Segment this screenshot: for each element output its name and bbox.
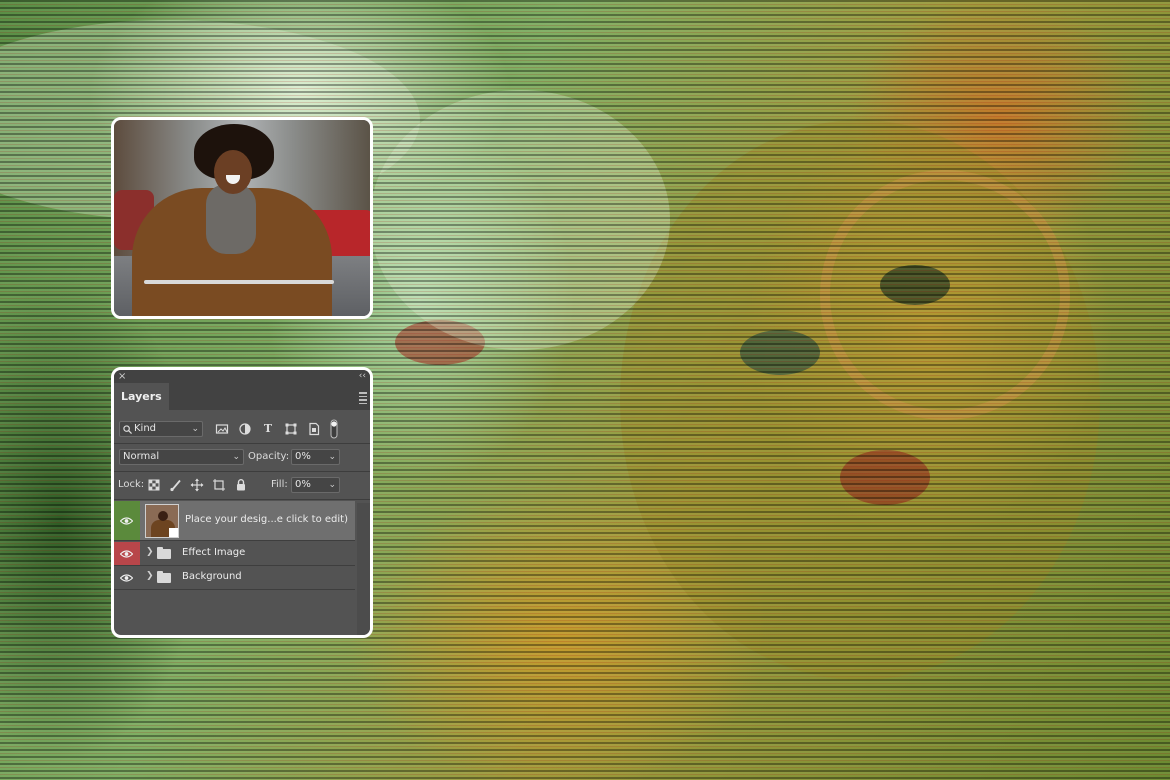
eye-icon	[120, 550, 133, 558]
shape-filter-icon[interactable]	[284, 422, 298, 436]
photo-scarf	[206, 184, 256, 254]
filter-toggle-icon[interactable]	[329, 419, 339, 439]
layer-row-background[interactable]: ❯ Background	[114, 566, 355, 590]
layer-row-smart-object[interactable]: Place your desig...e click to edit)	[114, 501, 355, 541]
chevron-down-icon[interactable]: ⌄	[328, 450, 336, 464]
blend-row: Normal ⌄ Opacity: 0% ⌄	[114, 446, 370, 468]
lock-transparent-pixels-icon[interactable]	[147, 478, 161, 492]
chevron-right-icon[interactable]: ❯	[146, 547, 154, 557]
panel-title-bar: × ‹‹	[114, 370, 370, 383]
search-icon	[123, 425, 132, 434]
collapse-panel-icon[interactable]: ‹‹	[359, 370, 366, 383]
panel-menu-icon[interactable]	[359, 392, 367, 406]
smart-object-badge-icon	[169, 528, 178, 537]
tab-layers[interactable]: Layers	[114, 383, 169, 410]
chevron-right-icon[interactable]: ❯	[146, 571, 154, 581]
divider	[114, 471, 370, 472]
divider	[114, 499, 370, 500]
filter-kind-label: Kind	[134, 423, 157, 434]
layers-scrollbar[interactable]	[357, 503, 370, 635]
preview-photo	[111, 117, 373, 319]
photo-face	[214, 150, 252, 194]
chevron-down-icon[interactable]: ⌄	[328, 478, 336, 492]
adjustment-filter-icon[interactable]	[238, 422, 252, 436]
layer-thumbnail	[145, 504, 179, 538]
layer-name: Effect Image	[182, 547, 246, 558]
panel-tab-row: Layers	[114, 383, 370, 410]
blend-mode-value: Normal	[123, 451, 160, 462]
smart-object-filter-icon[interactable]	[307, 422, 321, 436]
image-filter-icon[interactable]	[215, 422, 229, 436]
chevron-down-icon: ⌄	[232, 452, 240, 462]
folder-icon	[157, 571, 171, 583]
fill-label: Fill:	[271, 479, 288, 490]
lock-image-pixels-icon[interactable]	[169, 478, 183, 492]
layer-name: Place your desig...e click to edit)	[185, 514, 348, 525]
chevron-down-icon: ⌄	[191, 424, 199, 434]
close-icon[interactable]: ×	[118, 370, 126, 383]
divider	[114, 443, 370, 444]
lock-label: Lock:	[118, 479, 145, 490]
folder-icon	[157, 547, 171, 559]
lock-row: Lock: Fill: 0% ⌄	[114, 474, 370, 496]
lock-artboard-icon[interactable]	[212, 478, 226, 492]
eye-icon	[120, 574, 133, 582]
eye-icon	[120, 517, 133, 525]
visibility-toggle[interactable]	[114, 566, 140, 589]
lock-position-icon[interactable]	[190, 478, 204, 492]
photo-handlebars	[144, 280, 334, 284]
type-filter-icon[interactable]: T	[261, 422, 275, 436]
filter-row: Kind ⌄ T	[114, 418, 370, 440]
fill-field[interactable]: 0% ⌄	[291, 477, 340, 493]
opacity-label: Opacity:	[248, 451, 290, 462]
layer-row-effect-image[interactable]: ❯ Effect Image	[114, 542, 355, 566]
layers-panel: × ‹‹ Layers Kind ⌄ T Normal ⌄ Opacity: 0…	[111, 367, 373, 638]
fill-value: 0%	[295, 479, 311, 490]
visibility-toggle[interactable]	[114, 501, 140, 540]
opacity-field[interactable]: 0% ⌄	[291, 449, 340, 465]
opacity-value: 0%	[295, 451, 311, 462]
visibility-toggle[interactable]	[114, 542, 140, 565]
blend-mode-select[interactable]: Normal ⌄	[119, 449, 244, 465]
filter-kind-select[interactable]: Kind ⌄	[119, 421, 203, 437]
layer-name: Background	[182, 571, 242, 582]
lock-all-icon[interactable]	[234, 478, 248, 492]
